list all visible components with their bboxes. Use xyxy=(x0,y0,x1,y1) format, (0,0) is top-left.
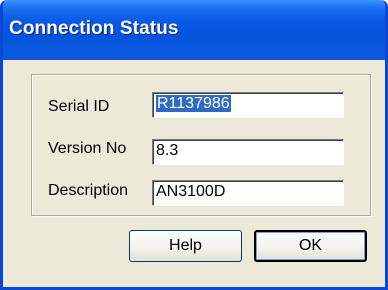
ok-button[interactable]: OK xyxy=(254,230,367,262)
description-value: AN3100D xyxy=(156,183,226,200)
connection-status-dialog: Connection Status Serial ID R1137986 Ver… xyxy=(0,0,388,290)
dialog-title: Connection Status xyxy=(9,18,179,39)
serial-id-field[interactable]: R1137986 xyxy=(152,92,344,118)
version-no-value: 8.3 xyxy=(156,142,179,159)
serial-id-value: R1137986 xyxy=(156,95,231,112)
help-button[interactable]: Help xyxy=(129,230,242,262)
description-label: Description xyxy=(48,182,129,199)
description-field[interactable]: AN3100D xyxy=(152,180,344,206)
dialog-body: Serial ID R1137986 Version No 8.3 Descri… xyxy=(3,60,385,287)
version-no-label: Version No xyxy=(48,140,127,157)
serial-id-label: Serial ID xyxy=(48,98,110,115)
title-bar[interactable]: Connection Status xyxy=(3,0,385,60)
version-no-field[interactable]: 8.3 xyxy=(152,139,344,165)
